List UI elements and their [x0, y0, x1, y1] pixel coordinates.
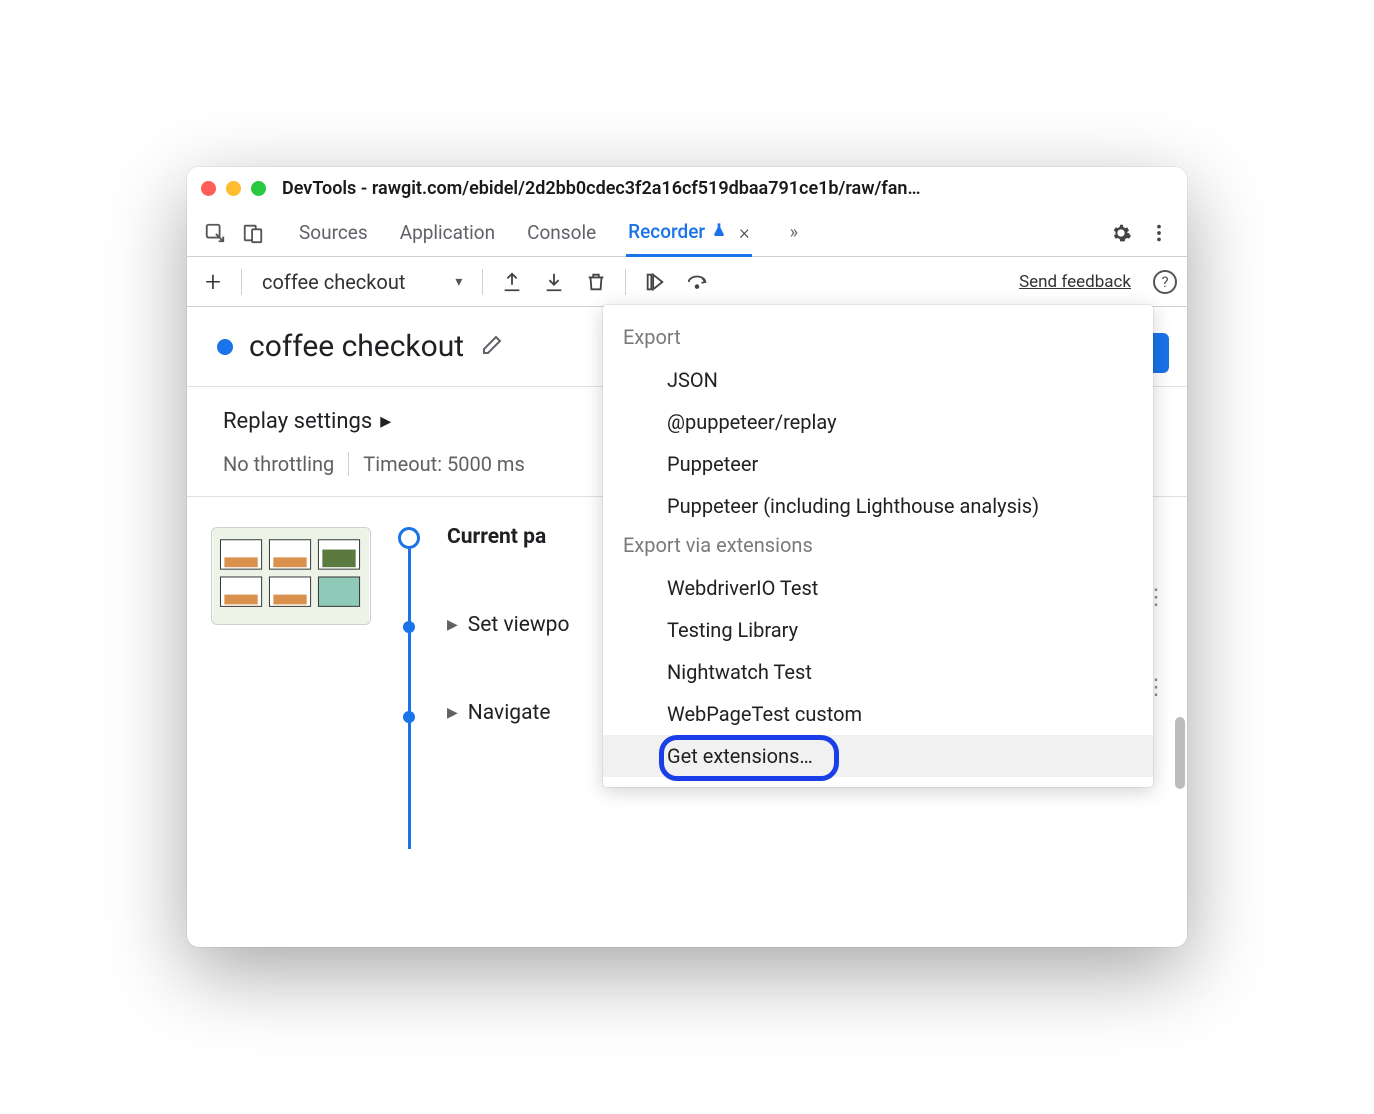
- recording-selector[interactable]: coffee checkout ▾: [254, 270, 470, 294]
- import-icon[interactable]: [537, 265, 571, 299]
- flask-icon: [711, 222, 727, 242]
- tabbar: Sources Application Console Recorder × »: [187, 209, 1187, 257]
- replay-settings-label: Replay settings: [223, 409, 372, 434]
- step-navigate-label: Navigate: [468, 701, 551, 725]
- export-webdriverio[interactable]: WebdriverIO Test: [603, 567, 1153, 609]
- tab-recorder-label: Recorder: [628, 220, 705, 243]
- more-menu-icon[interactable]: [1143, 217, 1175, 249]
- delete-icon[interactable]: [579, 265, 613, 299]
- close-window-dot[interactable]: [201, 181, 216, 196]
- recording-selector-label: coffee checkout: [262, 270, 405, 294]
- separator: [241, 269, 242, 295]
- settings-gear-icon[interactable]: [1105, 217, 1137, 249]
- chevron-right-icon: ▸: [380, 409, 391, 434]
- inspect-icon[interactable]: [199, 217, 231, 249]
- more-tabs-icon[interactable]: »: [790, 222, 798, 243]
- tab-console[interactable]: Console: [525, 211, 598, 254]
- titlebar: DevTools - rawgit.com/ebidel/2d2bb0cdec3…: [187, 167, 1187, 209]
- zoom-window-dot[interactable]: [251, 181, 266, 196]
- timeline-track: [395, 527, 423, 725]
- tab-sources-label: Sources: [299, 221, 368, 244]
- step-set-viewport-label: Set viewpo: [468, 613, 570, 637]
- chevron-right-icon: ▶: [447, 617, 458, 633]
- timeout-value: Timeout: 5000 ms: [363, 452, 525, 476]
- recording-indicator-icon: [217, 339, 233, 355]
- recording-title: coffee checkout: [249, 329, 464, 364]
- chevron-right-icon: ▶: [447, 705, 458, 721]
- traffic-lights: [201, 181, 266, 196]
- tab-application[interactable]: Application: [398, 211, 497, 254]
- device-toggle-icon[interactable]: [237, 217, 269, 249]
- close-tab-icon[interactable]: ×: [733, 220, 749, 244]
- throttling-value: No throttling: [223, 452, 334, 476]
- page-thumbnail: [211, 527, 371, 625]
- edit-title-icon[interactable]: [480, 333, 504, 361]
- export-json[interactable]: JSON: [603, 359, 1153, 401]
- export-dropdown: Export JSON @puppeteer/replay Puppeteer …: [603, 305, 1153, 787]
- timeline-node: [403, 711, 415, 723]
- new-recording-button[interactable]: +: [197, 265, 229, 298]
- step-over-icon[interactable]: [680, 265, 714, 299]
- separator: [482, 269, 483, 295]
- export-testing-library[interactable]: Testing Library: [603, 609, 1153, 651]
- export-puppeteer[interactable]: Puppeteer: [603, 443, 1153, 485]
- tab-sources[interactable]: Sources: [297, 211, 370, 254]
- separator: [625, 269, 626, 295]
- chevron-down-icon: ▾: [455, 274, 462, 290]
- tab-console-label: Console: [527, 221, 596, 244]
- replay-icon[interactable]: [638, 265, 672, 299]
- export-webpagetest[interactable]: WebPageTest custom: [603, 693, 1153, 735]
- separator: [348, 452, 349, 476]
- export-extensions-section-header: Export via extensions: [603, 527, 1153, 567]
- timeline-node: [403, 621, 415, 633]
- recorder-toolbar: + coffee checkout ▾ Send feedback ?: [187, 257, 1187, 307]
- export-nightwatch[interactable]: Nightwatch Test: [603, 651, 1153, 693]
- scrollbar-thumb[interactable]: [1175, 717, 1185, 789]
- tab-recorder[interactable]: Recorder ×: [626, 210, 751, 257]
- help-icon[interactable]: ?: [1153, 270, 1177, 294]
- send-feedback-link[interactable]: Send feedback: [1019, 272, 1131, 292]
- tab-application-label: Application: [400, 221, 495, 244]
- panel-tabs: Sources Application Console Recorder × »: [297, 210, 798, 256]
- timeline-node-start: [398, 527, 420, 549]
- export-icon[interactable]: [495, 265, 529, 299]
- get-extensions[interactable]: Get extensions…: [603, 735, 1153, 777]
- window-title: DevTools - rawgit.com/ebidel/2d2bb0cdec3…: [282, 178, 1173, 199]
- export-puppeteer-replay[interactable]: @puppeteer/replay: [603, 401, 1153, 443]
- export-puppeteer-lighthouse[interactable]: Puppeteer (including Lighthouse analysis…: [603, 485, 1153, 527]
- timeline-line: [408, 549, 411, 849]
- minimize-window-dot[interactable]: [226, 181, 241, 196]
- devtools-window: DevTools - rawgit.com/ebidel/2d2bb0cdec3…: [187, 167, 1187, 947]
- export-section-header: Export: [603, 319, 1153, 359]
